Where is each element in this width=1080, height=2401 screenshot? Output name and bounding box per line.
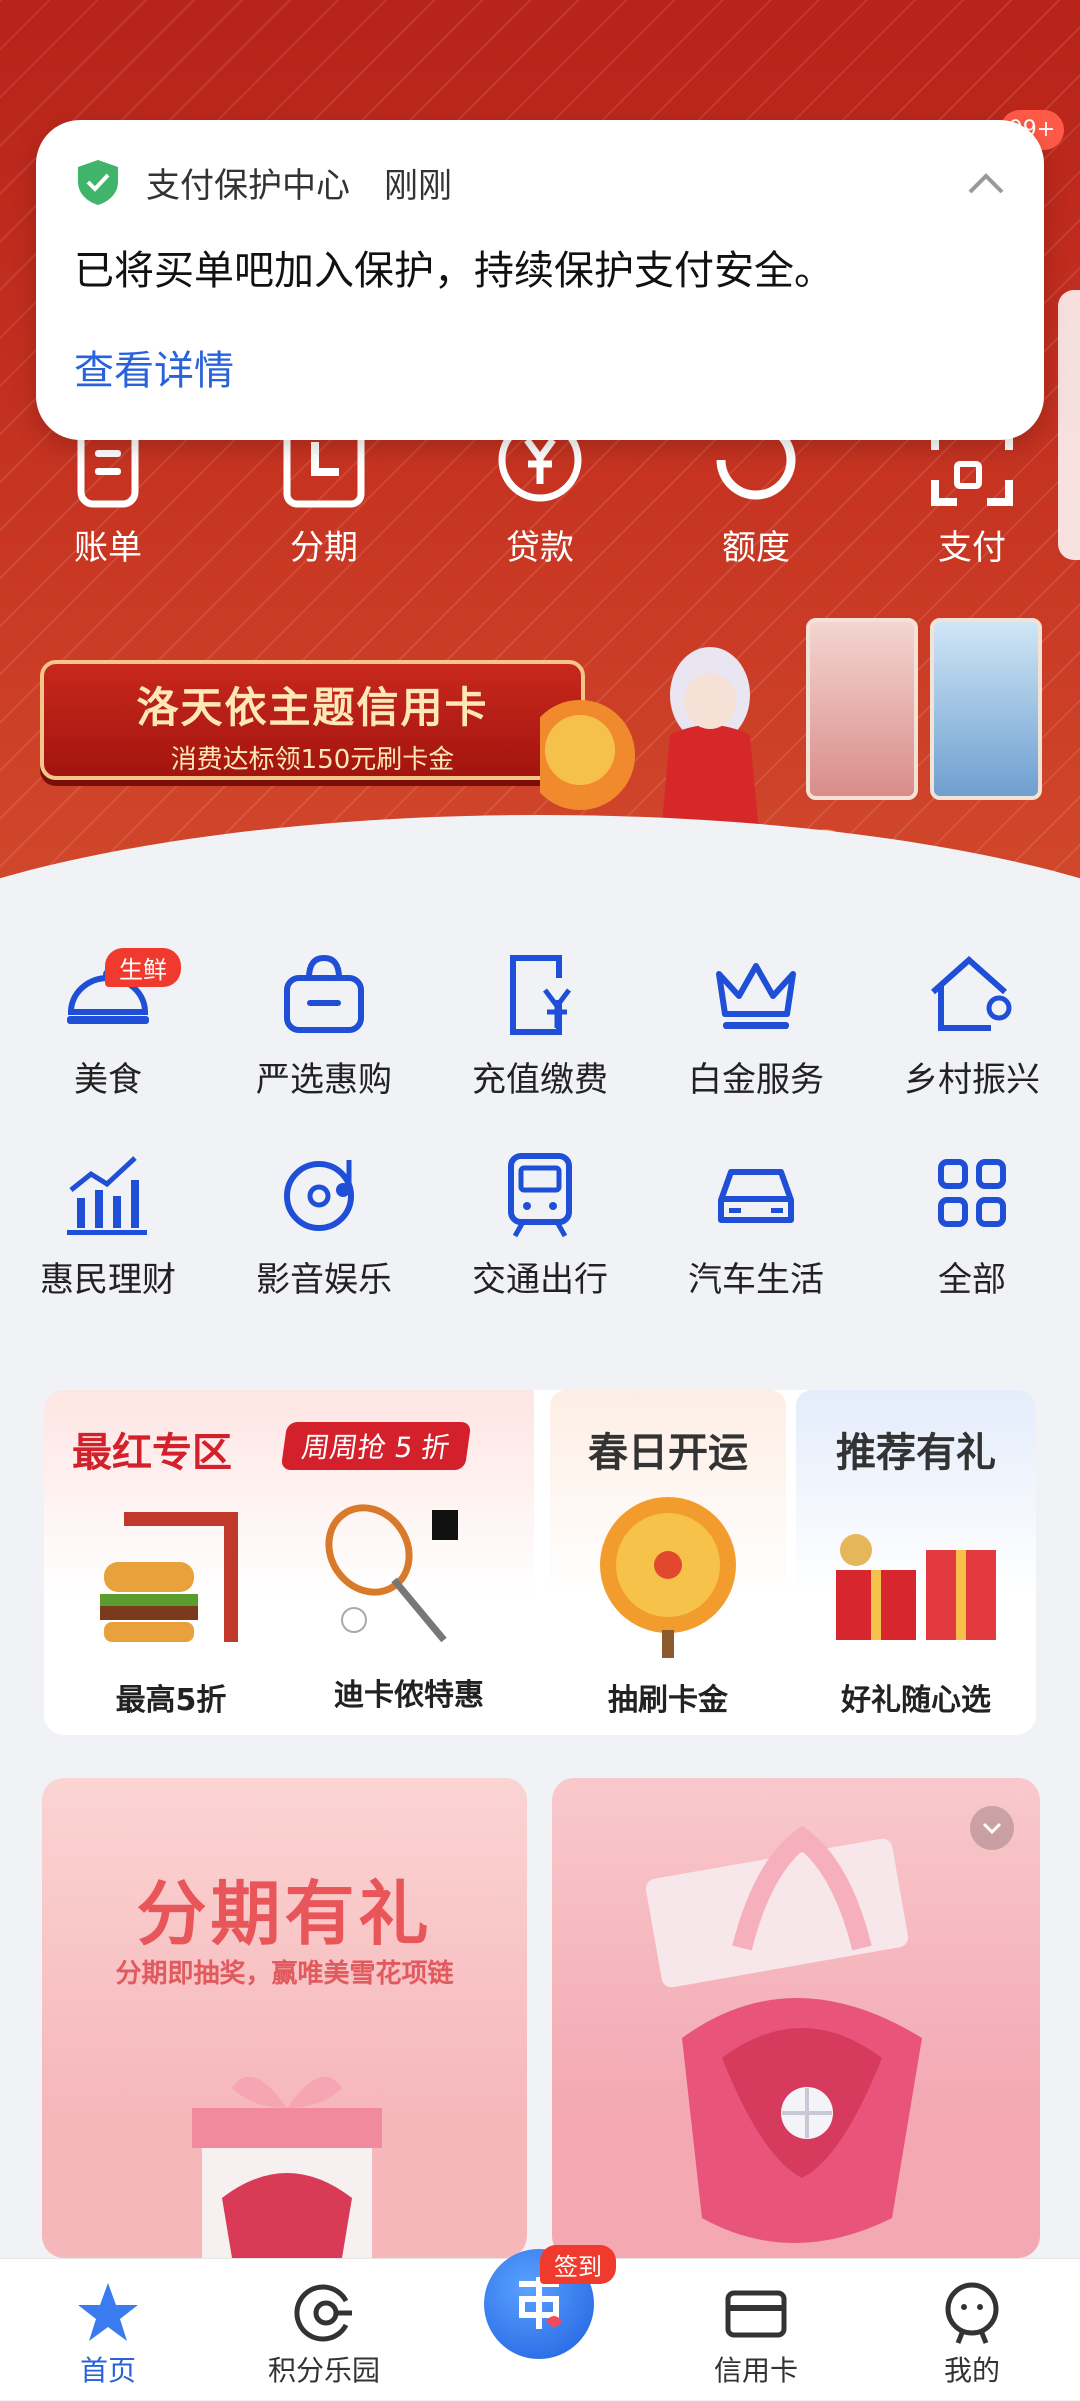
service-platinum[interactable]: 白金服务 [648, 950, 864, 1101]
quick-installment-label: 分期 [290, 528, 358, 568]
service-entertainment[interactable]: 影音娱乐 [216, 1150, 432, 1301]
shield-check-icon [76, 158, 120, 206]
service-village-label: 乡村振兴 [904, 1060, 1040, 1100]
nav-profile[interactable]: 我的 [864, 2259, 1080, 2401]
nav-profile-label: 我的 [943, 2354, 1000, 2387]
weekly-discount-tag: 周周抢 5 折 [280, 1422, 471, 1470]
spring-fortune[interactable]: 春日开运 抽刷卡金 [550, 1390, 786, 1735]
quick-credit-limit-label: 额度 [722, 528, 790, 568]
service-recharge-label: 充值缴费 [472, 1060, 608, 1100]
hottest-zone[interactable]: 最红专区 周周抢 5 折 最高5折 迪卡侬特惠 [44, 1390, 534, 1735]
promo-item-max-discount: 最高5折 [115, 1683, 227, 1718]
quick-bill[interactable]: 账单 [28, 420, 188, 569]
music-disc-icon [279, 1150, 369, 1240]
prize-wheel-image [588, 1490, 748, 1660]
payment-protection-notification[interactable]: 支付保护中心 刚刚 已将买单吧加入保护，持续保护支付安全。 查看详情 [36, 120, 1044, 440]
sign-in-badge: 签到 [540, 2245, 616, 2284]
banner-title-plaque[interactable]: 洛天依主题信用卡 消费达标领150元刷卡金 [40, 660, 585, 780]
installment-gift-card[interactable]: 分期有礼 分期即抽奖，赢唯美雪花项链 [42, 1778, 527, 2258]
service-selected-shopping[interactable]: 严选惠购 [216, 950, 432, 1101]
recommend-gift[interactable]: 推荐有礼 好礼随心选 [796, 1390, 1036, 1735]
crown-icon [711, 950, 801, 1040]
quick-payment-label: 支付 [938, 528, 1006, 568]
service-recharge[interactable]: 充值缴费 [432, 950, 648, 1101]
recommend-gift-caption: 好礼随心选 [841, 1683, 991, 1718]
service-entertainment-label: 影音娱乐 [256, 1260, 392, 1300]
nav-credit-card[interactable]: 信用卡 [648, 2259, 864, 2401]
service-food[interactable]: 生鲜 美食 [0, 948, 216, 1101]
quick-loan-label: 贷款 [506, 528, 574, 568]
burger-pixel-image [84, 1502, 254, 1662]
promo-item-decathlon: 迪卡侬特惠 [334, 1678, 484, 1713]
bottom-navigation: 首页 积分乐园 签到 信用卡 我的 [0, 2245, 1080, 2401]
quick-payment[interactable]: 支付 [892, 420, 1052, 569]
nav-home-label: 首页 [79, 2354, 136, 2387]
nav-points[interactable]: 积分乐园 [216, 2259, 432, 2401]
badminton-racket-image [314, 1500, 464, 1665]
nav-credit-card-label: 信用卡 [713, 2354, 798, 2387]
service-food-label: 美食 [74, 1060, 142, 1100]
gift-boxes-image [816, 1510, 1016, 1660]
theme-card-image-1 [806, 618, 918, 800]
village-icon [927, 950, 1017, 1040]
car-icon [711, 1150, 801, 1240]
notification-message: 已将买单吧加入保护，持续保护支付安全。 [74, 248, 834, 294]
service-platinum-label: 白金服务 [688, 1060, 824, 1100]
chevron-up-icon[interactable] [966, 164, 1006, 204]
service-car-life[interactable]: 汽车生活 [648, 1150, 864, 1301]
theme-card-image-2 [930, 618, 1042, 800]
fresh-tag: 生鲜 [105, 948, 181, 987]
service-selected-shopping-label: 严选惠购 [256, 1060, 392, 1100]
service-village[interactable]: 乡村振兴 [864, 950, 1080, 1101]
notification-app-name: 支付保护中心 [146, 166, 350, 206]
gift-box-image [162, 2048, 412, 2258]
service-finance-label: 惠民理财 [40, 1260, 176, 1300]
quick-bill-label: 账单 [74, 528, 142, 568]
quick-actions: 账单 分期 贷款 额度 支付 [0, 418, 1080, 570]
all-grid-icon [927, 1150, 1017, 1240]
service-car-life-label: 汽车生活 [688, 1260, 824, 1300]
spring-fortune-caption: 抽刷卡金 [608, 1683, 728, 1718]
quick-installment[interactable]: 分期 [244, 420, 404, 569]
points-icon [292, 2281, 356, 2345]
spring-fortune-title: 春日开运 [588, 1430, 748, 1476]
home-star-icon [76, 2281, 140, 2345]
installment-gift-subtitle: 分期即抽奖，赢唯美雪花项链 [115, 1959, 454, 1989]
notification-time: 刚刚 [384, 166, 452, 206]
banner-subtitle: 消费达标领150元刷卡金 [170, 745, 455, 775]
recharge-icon [495, 950, 585, 1040]
service-all-label: 全部 [938, 1260, 1006, 1300]
necklace-gift-card[interactable] [552, 1778, 1040, 2258]
service-finance[interactable]: 惠民理财 [0, 1150, 216, 1301]
service-all[interactable]: 全部 [864, 1150, 1080, 1301]
credit-card-icon [724, 2281, 788, 2345]
recommend-gift-title: 推荐有礼 [836, 1430, 996, 1476]
installment-gift-title: 分期有礼 [136, 1873, 433, 1955]
finance-chart-icon [63, 1150, 153, 1240]
profile-icon [940, 2281, 1004, 2345]
view-details-link[interactable]: 查看详情 [74, 338, 234, 396]
nav-home[interactable]: 首页 [0, 2259, 216, 2401]
quick-credit-limit[interactable]: 额度 [676, 420, 836, 569]
train-icon [495, 1150, 585, 1240]
heart-box-necklace-image [592, 1798, 1012, 2258]
hottest-zone-title: 最红专区 [72, 1430, 232, 1476]
service-transport-label: 交通出行 [472, 1260, 608, 1300]
promo-section: 最红专区 周周抢 5 折 最高5折 迪卡侬特惠 春日开运 抽刷卡金 推荐有礼 好… [44, 1390, 1036, 1735]
shopping-bag-icon [279, 950, 369, 1040]
service-transport[interactable]: 交通出行 [432, 1150, 648, 1301]
nav-sign-in[interactable]: 签到 [432, 2245, 648, 2401]
nav-points-label: 积分乐园 [267, 2354, 380, 2387]
banner-title: 洛天依主题信用卡 [136, 683, 489, 732]
quick-loan[interactable]: 贷款 [460, 418, 620, 569]
